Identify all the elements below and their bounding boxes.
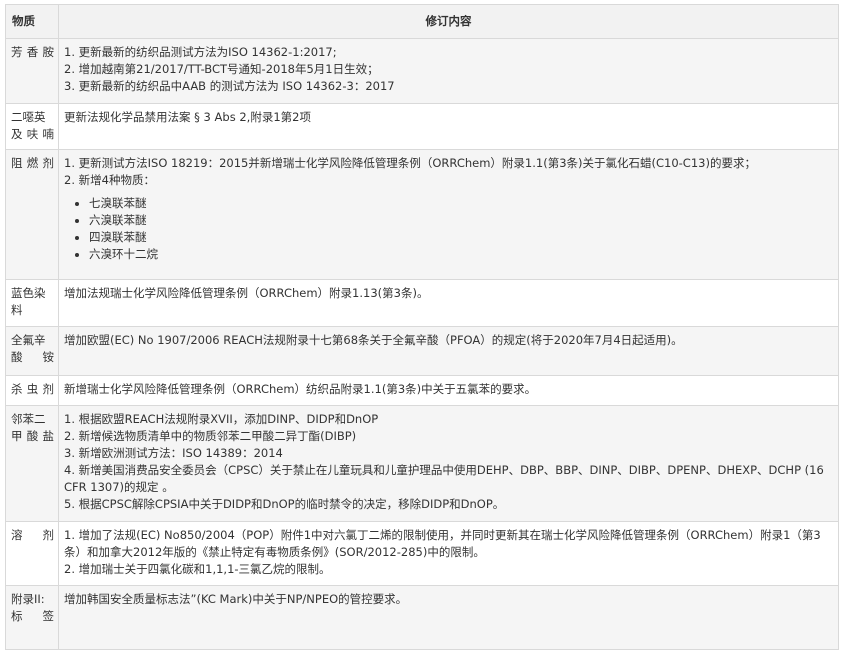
content-line: 2. 增加瑞士关于四氯化碳和1,1,1-三氯乙烷的限制。: [64, 562, 331, 576]
table-header-row: 物质 修订内容: [5, 4, 839, 39]
revision-table: 物质 修订内容 芳香胺 1. 更新最新的纺织品测试方法为ISO 14362-1:…: [5, 4, 839, 650]
content-line: 3. 新增欧洲测试方法：ISO 14389：2014: [64, 446, 283, 460]
substance-cell: 芳香胺: [5, 38, 59, 104]
content-line: 4. 新增美国消费品安全委员会（CPSC）关于禁止在儿童玩具和儿童护理品中使用D…: [64, 463, 824, 494]
table-row: 蓝色染料 增加法规瑞士化学风险降低管理条例（ORRChem）附录1.13(第3条…: [5, 279, 839, 327]
substance-cell: 阻燃剂: [5, 149, 59, 280]
content-cell: 1. 增加了法规(EC) No850/2004（POP）附件1中对六氯丁二烯的限…: [58, 521, 839, 586]
table-row: 二噁英及呋喃 更新法规化学品禁用法案 § 3 Abs 2,附录1第2项: [5, 103, 839, 150]
content-cell: 1. 更新测试方法ISO 18219：2015并新增瑞士化学风险降低管理条例（O…: [58, 149, 839, 280]
table-row: 杀虫剂 新增瑞士化学风险降低管理条例（ORRChem）纺织品附录1.1(第3条)…: [5, 375, 839, 406]
table-row: 溶剂 1. 增加了法规(EC) No850/2004（POP）附件1中对六氯丁二…: [5, 521, 839, 586]
header-content: 修订内容: [58, 4, 839, 39]
header-substance: 物质: [5, 4, 59, 39]
content-line: 5. 根据CPSC解除CPSIA中关于DIDP和DnOP的临时禁令的决定，移除D…: [64, 497, 505, 511]
substance-bullet-list: 七溴联苯醚 六溴联苯醚 四溴联苯醚 六溴环十二烷: [64, 195, 834, 263]
table-row: 阻燃剂 1. 更新测试方法ISO 18219：2015并新增瑞士化学风险降低管理…: [5, 149, 839, 280]
content-line: 2. 增加越南第21/2017/TT-BCT号通知-2018年5月1日生效；: [64, 62, 379, 76]
table-row: 芳香胺 1. 更新最新的纺织品测试方法为ISO 14362-1:2017; 2.…: [5, 38, 839, 104]
content-cell: 增加韩国安全质量标志法”(KC Mark)中关于NP/NPEO的管控要求。: [58, 585, 839, 650]
table-row: 全氟辛酸铵 增加欧盟(EC) No 1907/2006 REACH法规附录十七第…: [5, 326, 839, 376]
substance-cell: 全氟辛酸铵: [5, 326, 59, 376]
substance-cell: 二噁英及呋喃: [5, 103, 59, 150]
bullet-item: 七溴联苯醚: [89, 195, 834, 212]
content-line: 更新法规化学品禁用法案 § 3 Abs 2,附录1第2项: [64, 110, 311, 124]
substance-cell: 蓝色染料: [5, 279, 59, 327]
content-line: 1. 更新最新的纺织品测试方法为ISO 14362-1:2017;: [64, 45, 337, 59]
bullet-item: 六溴联苯醚: [89, 212, 834, 229]
content-line: 增加韩国安全质量标志法”(KC Mark)中关于NP/NPEO的管控要求。: [64, 592, 408, 606]
content-line: 2. 新增4种物质：: [64, 173, 155, 187]
content-cell: 1. 根据欧盟REACH法规附录XVII，添加DINP、DIDP和DnOP 2.…: [58, 405, 839, 522]
bullet-item: 四溴联苯醚: [89, 229, 834, 246]
content-cell: 1. 更新最新的纺织品测试方法为ISO 14362-1:2017; 2. 增加越…: [58, 38, 839, 104]
substance-cell: 杀虫剂: [5, 375, 59, 406]
table-row: 附录II: 标签 增加韩国安全质量标志法”(KC Mark)中关于NP/NPEO…: [5, 585, 839, 650]
revision-table-container: 物质 修订内容 芳香胺 1. 更新最新的纺织品测试方法为ISO 14362-1:…: [5, 4, 839, 650]
content-line: 1. 更新测试方法ISO 18219：2015并新增瑞士化学风险降低管理条例（O…: [64, 156, 756, 170]
content-line: 增加法规瑞士化学风险降低管理条例（ORRChem）附录1.13(第3条)。: [64, 286, 429, 300]
content-line: 1. 增加了法规(EC) No850/2004（POP）附件1中对六氯丁二烯的限…: [64, 528, 821, 559]
content-line: 2. 新增候选物质清单中的物质邻苯二甲酸二异丁酯(DIBP): [64, 429, 357, 443]
content-line: 增加欧盟(EC) No 1907/2006 REACH法规附录十七第68条关于全…: [64, 333, 683, 347]
substance-cell: 邻苯二甲酸盐: [5, 405, 59, 522]
bullet-item: 六溴环十二烷: [89, 246, 834, 263]
content-line: 1. 根据欧盟REACH法规附录XVII，添加DINP、DIDP和DnOP: [64, 412, 379, 426]
substance-cell: 附录II: 标签: [5, 585, 59, 650]
content-cell: 新增瑞士化学风险降低管理条例（ORRChem）纺织品附录1.1(第3条)中关于五…: [58, 375, 839, 406]
table-row: 邻苯二甲酸盐 1. 根据欧盟REACH法规附录XVII，添加DINP、DIDP和…: [5, 405, 839, 522]
substance-cell: 溶剂: [5, 521, 59, 586]
content-cell: 更新法规化学品禁用法案 § 3 Abs 2,附录1第2项: [58, 103, 839, 150]
content-line: 新增瑞士化学风险降低管理条例（ORRChem）纺织品附录1.1(第3条)中关于五…: [64, 382, 537, 396]
content-line: 3. 更新最新的纺织品中AAB 的测试方法为 ISO 14362-3：2017: [64, 79, 395, 93]
content-cell: 增加法规瑞士化学风险降低管理条例（ORRChem）附录1.13(第3条)。: [58, 279, 839, 327]
content-cell: 增加欧盟(EC) No 1907/2006 REACH法规附录十七第68条关于全…: [58, 326, 839, 376]
